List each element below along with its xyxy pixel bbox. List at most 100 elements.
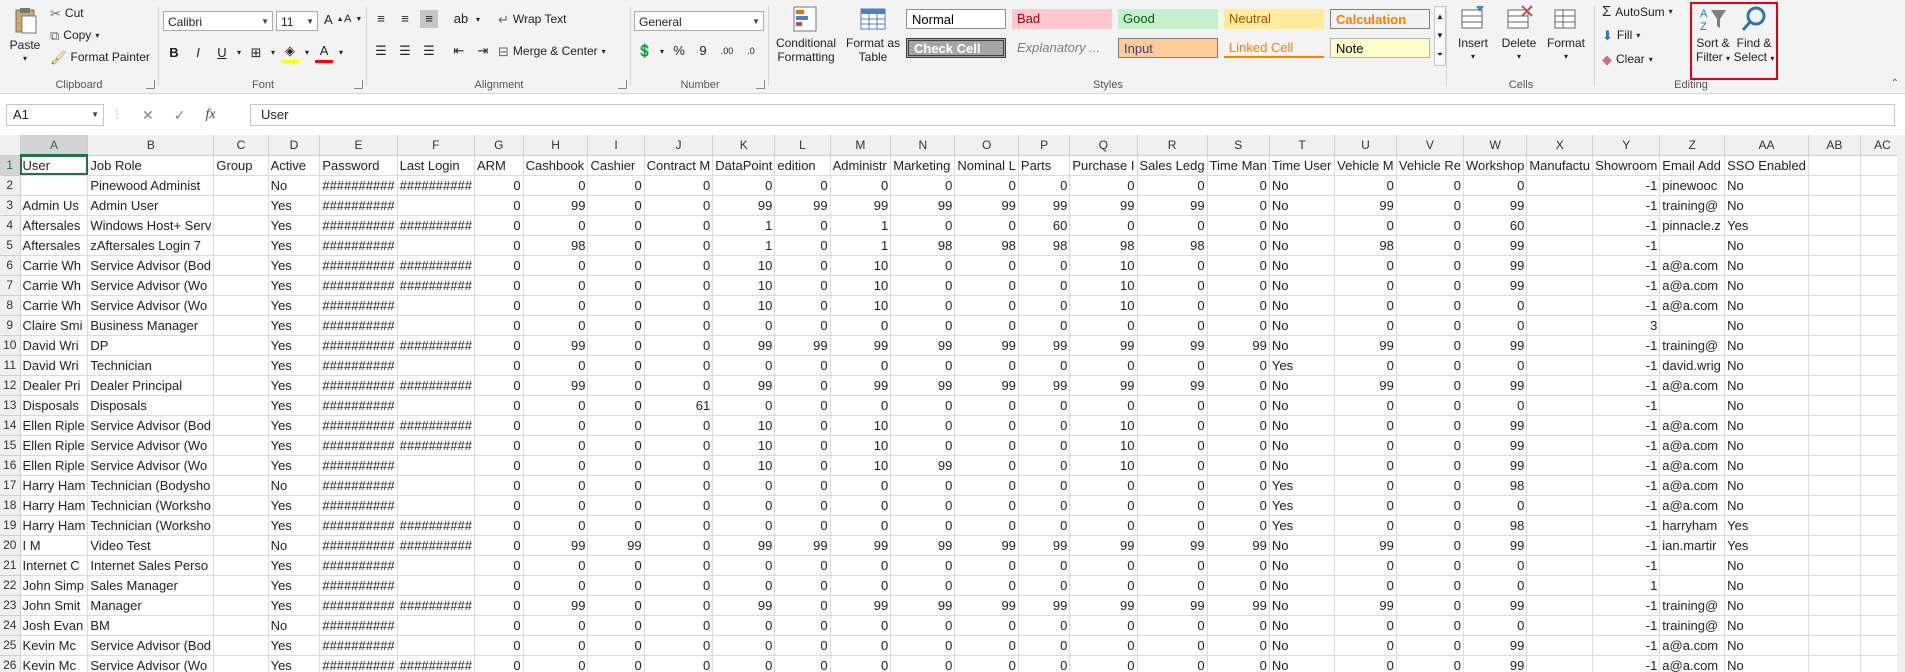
cell[interactable]: 0 — [774, 555, 831, 576]
cell[interactable]: 10 — [712, 255, 776, 276]
cell[interactable]: Service Advisor (Wo — [87, 435, 215, 456]
cell[interactable]: Contract M — [644, 155, 714, 176]
cell[interactable]: BM — [87, 615, 215, 636]
cell[interactable]: 0 — [1069, 615, 1138, 636]
row-header[interactable]: 15 — [0, 435, 21, 456]
cell[interactable]: 0 — [587, 355, 645, 376]
column-header-o[interactable]: O — [954, 135, 1019, 156]
cell[interactable]: 0 — [712, 555, 776, 576]
cell[interactable]: 0 — [1396, 495, 1465, 516]
cell[interactable]: 99 — [830, 375, 892, 396]
decrease-decimal-icon[interactable]: .0 — [742, 42, 760, 60]
cell[interactable]: Yes — [268, 515, 321, 536]
font-color-icon[interactable]: A — [315, 42, 334, 63]
decrease-indent-icon[interactable]: ⇤ — [450, 42, 468, 60]
increase-indent-icon[interactable]: ⇥ — [474, 42, 492, 60]
cell[interactable]: ########## — [397, 655, 475, 672]
cell[interactable] — [213, 455, 269, 476]
cell[interactable]: 99 — [1334, 195, 1397, 216]
cell[interactable]: 99 — [1137, 595, 1208, 616]
cell[interactable]: Dealer Principal — [87, 375, 215, 396]
cell[interactable]: Yes — [268, 455, 321, 476]
cell[interactable]: No — [1269, 455, 1336, 476]
row-header[interactable]: 25 — [0, 635, 21, 656]
cell[interactable]: 0 — [644, 495, 714, 516]
style-check-cell[interactable]: Check Cell — [906, 38, 1006, 58]
cell[interactable]: User — [20, 155, 89, 176]
cell[interactable]: 0 — [644, 535, 714, 556]
cell[interactable]: 0 — [1207, 415, 1270, 436]
cell[interactable]: -1 — [1592, 635, 1661, 656]
cell[interactable]: Technician (Worksho — [87, 495, 215, 516]
cell[interactable]: 99 — [1334, 335, 1397, 356]
align-middle-icon[interactable]: ≡ — [396, 10, 414, 28]
cell[interactable]: 0 — [830, 575, 892, 596]
cell[interactable]: No — [1269, 215, 1336, 236]
row-header[interactable]: 14 — [0, 415, 21, 436]
cell[interactable]: 99 — [890, 195, 956, 216]
cell[interactable]: ########## — [397, 175, 475, 196]
cell[interactable]: 0 — [1334, 295, 1397, 316]
cell[interactable]: 10 — [830, 415, 892, 436]
cell[interactable]: 0 — [1069, 395, 1138, 416]
cell[interactable]: 0 — [1334, 175, 1397, 196]
cell[interactable]: a@a.com — [1659, 435, 1726, 456]
cell[interactable]: 0 — [1334, 275, 1397, 296]
cell[interactable]: 0 — [644, 195, 714, 216]
cell[interactable]: pinnacle.z — [1659, 215, 1726, 236]
cell[interactable]: 0 — [890, 215, 956, 236]
cell[interactable]: Yes — [268, 315, 321, 336]
cell[interactable] — [1808, 575, 1861, 596]
cell[interactable]: a@a.com — [1659, 635, 1726, 656]
cell[interactable] — [213, 215, 269, 236]
cell[interactable]: No — [1724, 555, 1809, 576]
cell[interactable]: No — [1724, 195, 1809, 216]
cell[interactable]: 0 — [644, 615, 714, 636]
cell[interactable]: 0 — [954, 515, 1019, 536]
cell[interactable]: Cashier — [587, 155, 645, 176]
cell[interactable]: Yes — [268, 415, 321, 436]
cell[interactable]: 0 — [1207, 355, 1270, 376]
cell[interactable]: 0 — [774, 615, 831, 636]
cell[interactable]: 0 — [1396, 355, 1465, 376]
cell[interactable]: Aftersales — [20, 215, 89, 236]
cell[interactable] — [1526, 295, 1594, 316]
cell[interactable]: 0 — [774, 395, 831, 416]
cell[interactable]: 0 — [474, 515, 524, 536]
cell[interactable]: ########## — [397, 595, 475, 616]
cell[interactable]: ########## — [397, 535, 475, 556]
cell[interactable]: 0 — [587, 575, 645, 596]
cell[interactable]: 0 — [830, 635, 892, 656]
cell[interactable]: 0 — [1018, 395, 1071, 416]
cell[interactable]: 0 — [1207, 195, 1270, 216]
cell[interactable] — [397, 395, 475, 416]
cell[interactable]: 0 — [1396, 475, 1465, 496]
cell[interactable]: -1 — [1592, 375, 1661, 396]
cell[interactable]: 0 — [830, 515, 892, 536]
cell[interactable]: ########## — [397, 435, 475, 456]
cell[interactable]: 0 — [712, 575, 776, 596]
conditional-formatting-button[interactable]: Conditional Formatting — [774, 4, 838, 64]
cell[interactable]: 0 — [474, 295, 524, 316]
cell[interactable]: 99 — [587, 535, 645, 556]
cell[interactable]: 99 — [890, 595, 956, 616]
cell[interactable]: -1 — [1592, 555, 1661, 576]
cell[interactable]: 0 — [587, 595, 645, 616]
cell[interactable]: -1 — [1592, 435, 1661, 456]
cell[interactable]: 0 — [712, 515, 776, 536]
cell[interactable]: 0 — [830, 315, 892, 336]
cell[interactable]: 0 — [1207, 395, 1270, 416]
column-header-d[interactable]: D — [268, 135, 321, 156]
cell[interactable]: harryham — [1659, 515, 1726, 536]
cell[interactable]: 99 — [523, 595, 589, 616]
cell[interactable] — [1526, 275, 1594, 296]
cell[interactable]: Video Test — [87, 535, 215, 556]
cell[interactable]: 98 — [1018, 235, 1071, 256]
cell[interactable]: 0 — [474, 335, 524, 356]
row-header[interactable]: 26 — [0, 655, 21, 672]
cell[interactable]: -1 — [1592, 275, 1661, 296]
cell[interactable]: No — [1269, 335, 1336, 356]
number-format-select[interactable]: General ▼ — [634, 11, 764, 31]
cell[interactable]: training@ — [1659, 595, 1726, 616]
cell[interactable]: 0 — [830, 555, 892, 576]
